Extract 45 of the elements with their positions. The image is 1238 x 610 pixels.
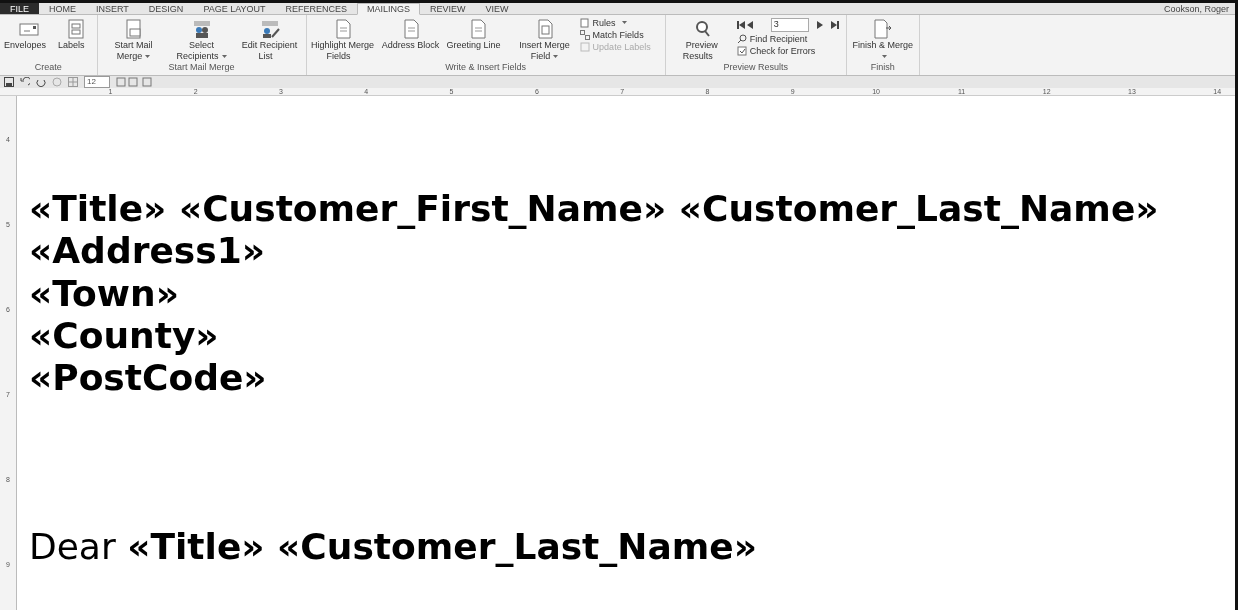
- merge-field-line: «Title» «Customer_First_Name» «Customer_Last_Name»: [29, 188, 1159, 229]
- ribbon-button[interactable]: Finish & Merge: [849, 18, 916, 62]
- merge-field-line: «Town»: [29, 272, 179, 314]
- font-size-field[interactable]: 12: [84, 76, 110, 88]
- group-label: Write & Insert Fields: [444, 62, 528, 74]
- record-number-field[interactable]: 3: [770, 18, 809, 32]
- ribbon-button[interactable]: Preview Results: [668, 18, 735, 62]
- check-document-icon: [736, 46, 747, 56]
- ribbon-small-button[interactable]: Rules: [579, 18, 662, 28]
- ribbon-tab[interactable]: VIEW: [475, 3, 519, 14]
- match-fields-icon: [579, 30, 590, 40]
- document-arrow-icon: [871, 18, 894, 40]
- ribbon-button[interactable]: Start Mail Merge: [100, 18, 167, 62]
- group-label: Finish: [869, 62, 896, 74]
- search-icon: [736, 34, 747, 44]
- ribbon-button[interactable]: Address Block: [377, 18, 444, 62]
- merge-field-line: «PostCode»: [29, 357, 267, 399]
- ribbon-button[interactable]: Insert Merge Field: [511, 18, 578, 62]
- undo-icon[interactable]: [20, 77, 30, 87]
- ribbon-small-button[interactable]: Check for Errors: [736, 46, 843, 56]
- ribbon-small-button[interactable]: Find Recipient: [736, 34, 843, 44]
- save-icon[interactable]: [4, 77, 14, 87]
- ribbon-tab[interactable]: REVIEW: [420, 3, 476, 14]
- redo-icon[interactable]: [36, 77, 46, 87]
- ribbon-button[interactable]: Edit Recipient List: [236, 18, 303, 62]
- ribbon-tab[interactable]: INSERT: [86, 3, 139, 14]
- ribbon-tab[interactable]: PAGE LAYOUT: [193, 3, 276, 14]
- group-label: Preview Results: [722, 62, 789, 74]
- merge-field-line: «County»: [29, 314, 219, 356]
- ribbon-button[interactable]: Labels: [57, 18, 94, 51]
- ribbon-button[interactable]: Highlight Merge Fields: [309, 18, 376, 62]
- merge-field-line: «Address1»: [29, 230, 265, 272]
- group-label: Start Mail Merge: [167, 62, 236, 74]
- ribbon-tab[interactable]: HOME: [39, 3, 86, 14]
- greeting-line: Dear «Title» «Customer_Last_Name»: [29, 526, 757, 568]
- ribbon-button[interactable]: Select Recipients: [168, 18, 235, 62]
- ribbon-tab[interactable]: MAILINGS: [357, 3, 421, 15]
- ribbon-tab[interactable]: REFERENCES: [275, 3, 358, 14]
- ribbon-tab[interactable]: FILE: [0, 3, 39, 14]
- ribbon-button[interactable]: Envelopes: [3, 18, 56, 51]
- group-label: Create: [33, 62, 63, 74]
- ribbon-button[interactable]: Greeting Line: [445, 18, 510, 51]
- ribbon-small-button[interactable]: Match Fields: [579, 30, 662, 40]
- ribbon-tab[interactable]: DESIGN: [138, 3, 194, 14]
- user-name: Cookson, Roger: [1163, 3, 1230, 14]
